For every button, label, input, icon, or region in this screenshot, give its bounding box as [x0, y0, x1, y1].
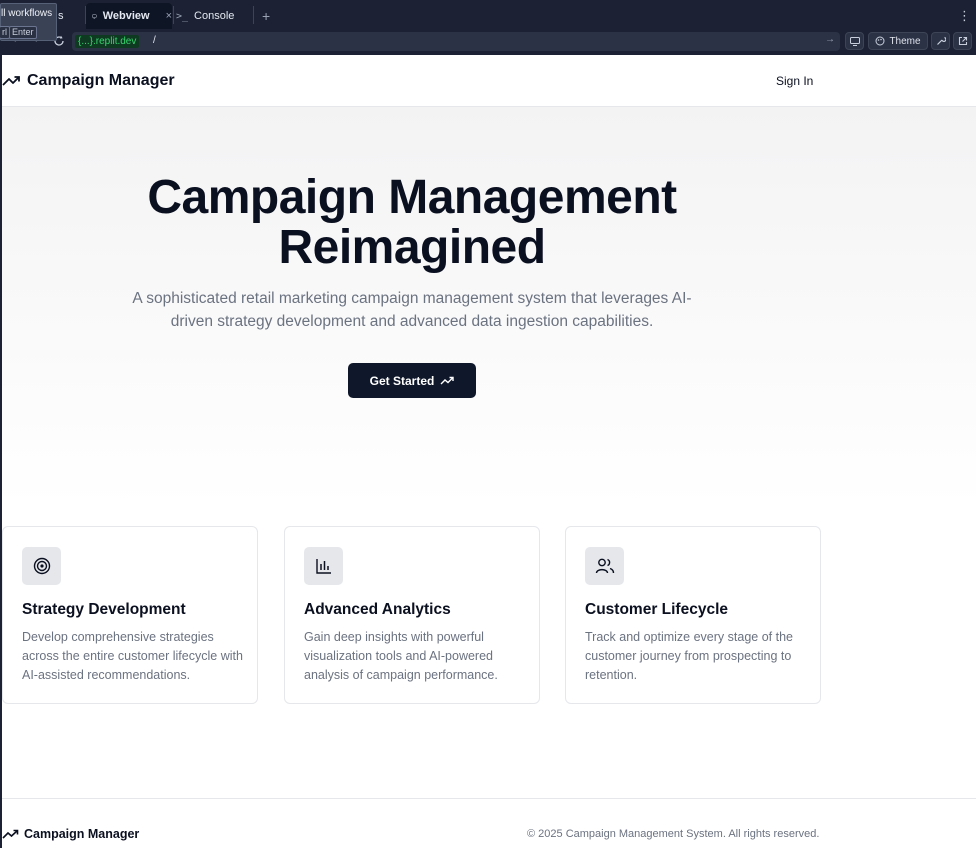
feature-card-lifecycle: Customer Lifecycle Track and optimize ev…	[565, 526, 821, 704]
monitor-icon	[849, 36, 860, 46]
sign-in-link[interactable]: Sign In	[776, 74, 813, 88]
tab-divider	[253, 6, 254, 24]
cta-label: Get Started	[369, 373, 435, 388]
hero-subtitle: A sophisticated retail marketing campaig…	[132, 290, 692, 330]
tab-label: Console	[194, 10, 235, 22]
hero-title: Campaign Management Reimagined	[147, 171, 677, 274]
site-footer: Campaign Manager © 2025 Campaign Managem…	[2, 798, 976, 848]
url-input[interactable]: {...}.replit.dev / →	[72, 32, 840, 51]
tab-webview[interactable]: Webview ×	[86, 3, 172, 29]
devtools-button[interactable]	[931, 32, 950, 50]
tab-label: s	[58, 10, 64, 22]
feature-card-analytics: Advanced Analytics Gain deep insights wi…	[284, 526, 540, 704]
theme-label: Theme	[889, 35, 921, 47]
more-options-button[interactable]: ⋮	[958, 3, 971, 29]
trending-up-icon	[2, 829, 19, 839]
ide-url-bar: ‹ › {...}.replit.dev / →	[0, 29, 976, 54]
footer-brand-name: Campaign Manager	[24, 827, 140, 841]
webview-page: Campaign Manager Sign In Campaign Manage…	[2, 55, 976, 848]
trending-up-icon	[2, 76, 20, 86]
feature-title: Customer Lifecycle	[585, 601, 728, 618]
tab-divider	[173, 6, 174, 24]
bar-chart-icon	[304, 547, 343, 585]
theme-button[interactable]: Theme	[868, 32, 928, 50]
kebab-icon: ⋮	[958, 8, 971, 23]
feature-title: Advanced Analytics	[304, 601, 451, 618]
tab-console[interactable]: >_ Console	[176, 3, 246, 29]
footer-brand[interactable]: Campaign Manager	[2, 827, 139, 841]
open-new-window-button[interactable]	[953, 32, 972, 50]
feature-title: Strategy Development	[22, 601, 186, 618]
feature-description: Develop comprehensive strategies across …	[22, 630, 243, 682]
plus-icon: +	[262, 8, 271, 24]
close-icon[interactable]: ×	[166, 10, 172, 22]
target-icon	[22, 547, 61, 585]
url-path: /	[153, 35, 156, 46]
copyright-text: © 2025 Campaign Management System. All r…	[527, 828, 820, 840]
url-host: {...}.replit.dev	[75, 35, 140, 48]
palette-icon	[875, 36, 885, 46]
brand-logo[interactable]: Campaign Manager	[2, 72, 175, 90]
ide-tab-bar: s Webview × >_ Console + ⋮	[0, 0, 976, 29]
trending-up-icon	[440, 376, 455, 385]
feature-description: Track and optimize every stage of the cu…	[585, 630, 793, 682]
new-tab-button[interactable]: +	[262, 3, 276, 29]
brand-name: Campaign Manager	[27, 72, 175, 89]
site-navbar: Campaign Manager Sign In	[2, 55, 976, 107]
shortcut-key: Enter	[9, 26, 37, 39]
feature-card-strategy: Strategy Development Develop comprehensi…	[2, 526, 258, 704]
workflows-tooltip: ll workflows rl Enter	[0, 3, 57, 41]
arrow-right-icon[interactable]: →	[825, 34, 835, 45]
users-icon	[585, 547, 624, 585]
wrench-icon	[936, 36, 946, 45]
tab-label: Webview	[102, 10, 150, 22]
feature-description: Gain deep insights with powerful visuali…	[304, 630, 498, 682]
terminal-icon: >_	[176, 10, 189, 22]
device-preview-button[interactable]	[845, 32, 864, 50]
get-started-button[interactable]: Get Started	[348, 363, 476, 398]
monitor-icon	[92, 14, 97, 18]
external-link-icon	[958, 36, 967, 46]
tooltip-text: ll workflows	[1, 8, 53, 19]
